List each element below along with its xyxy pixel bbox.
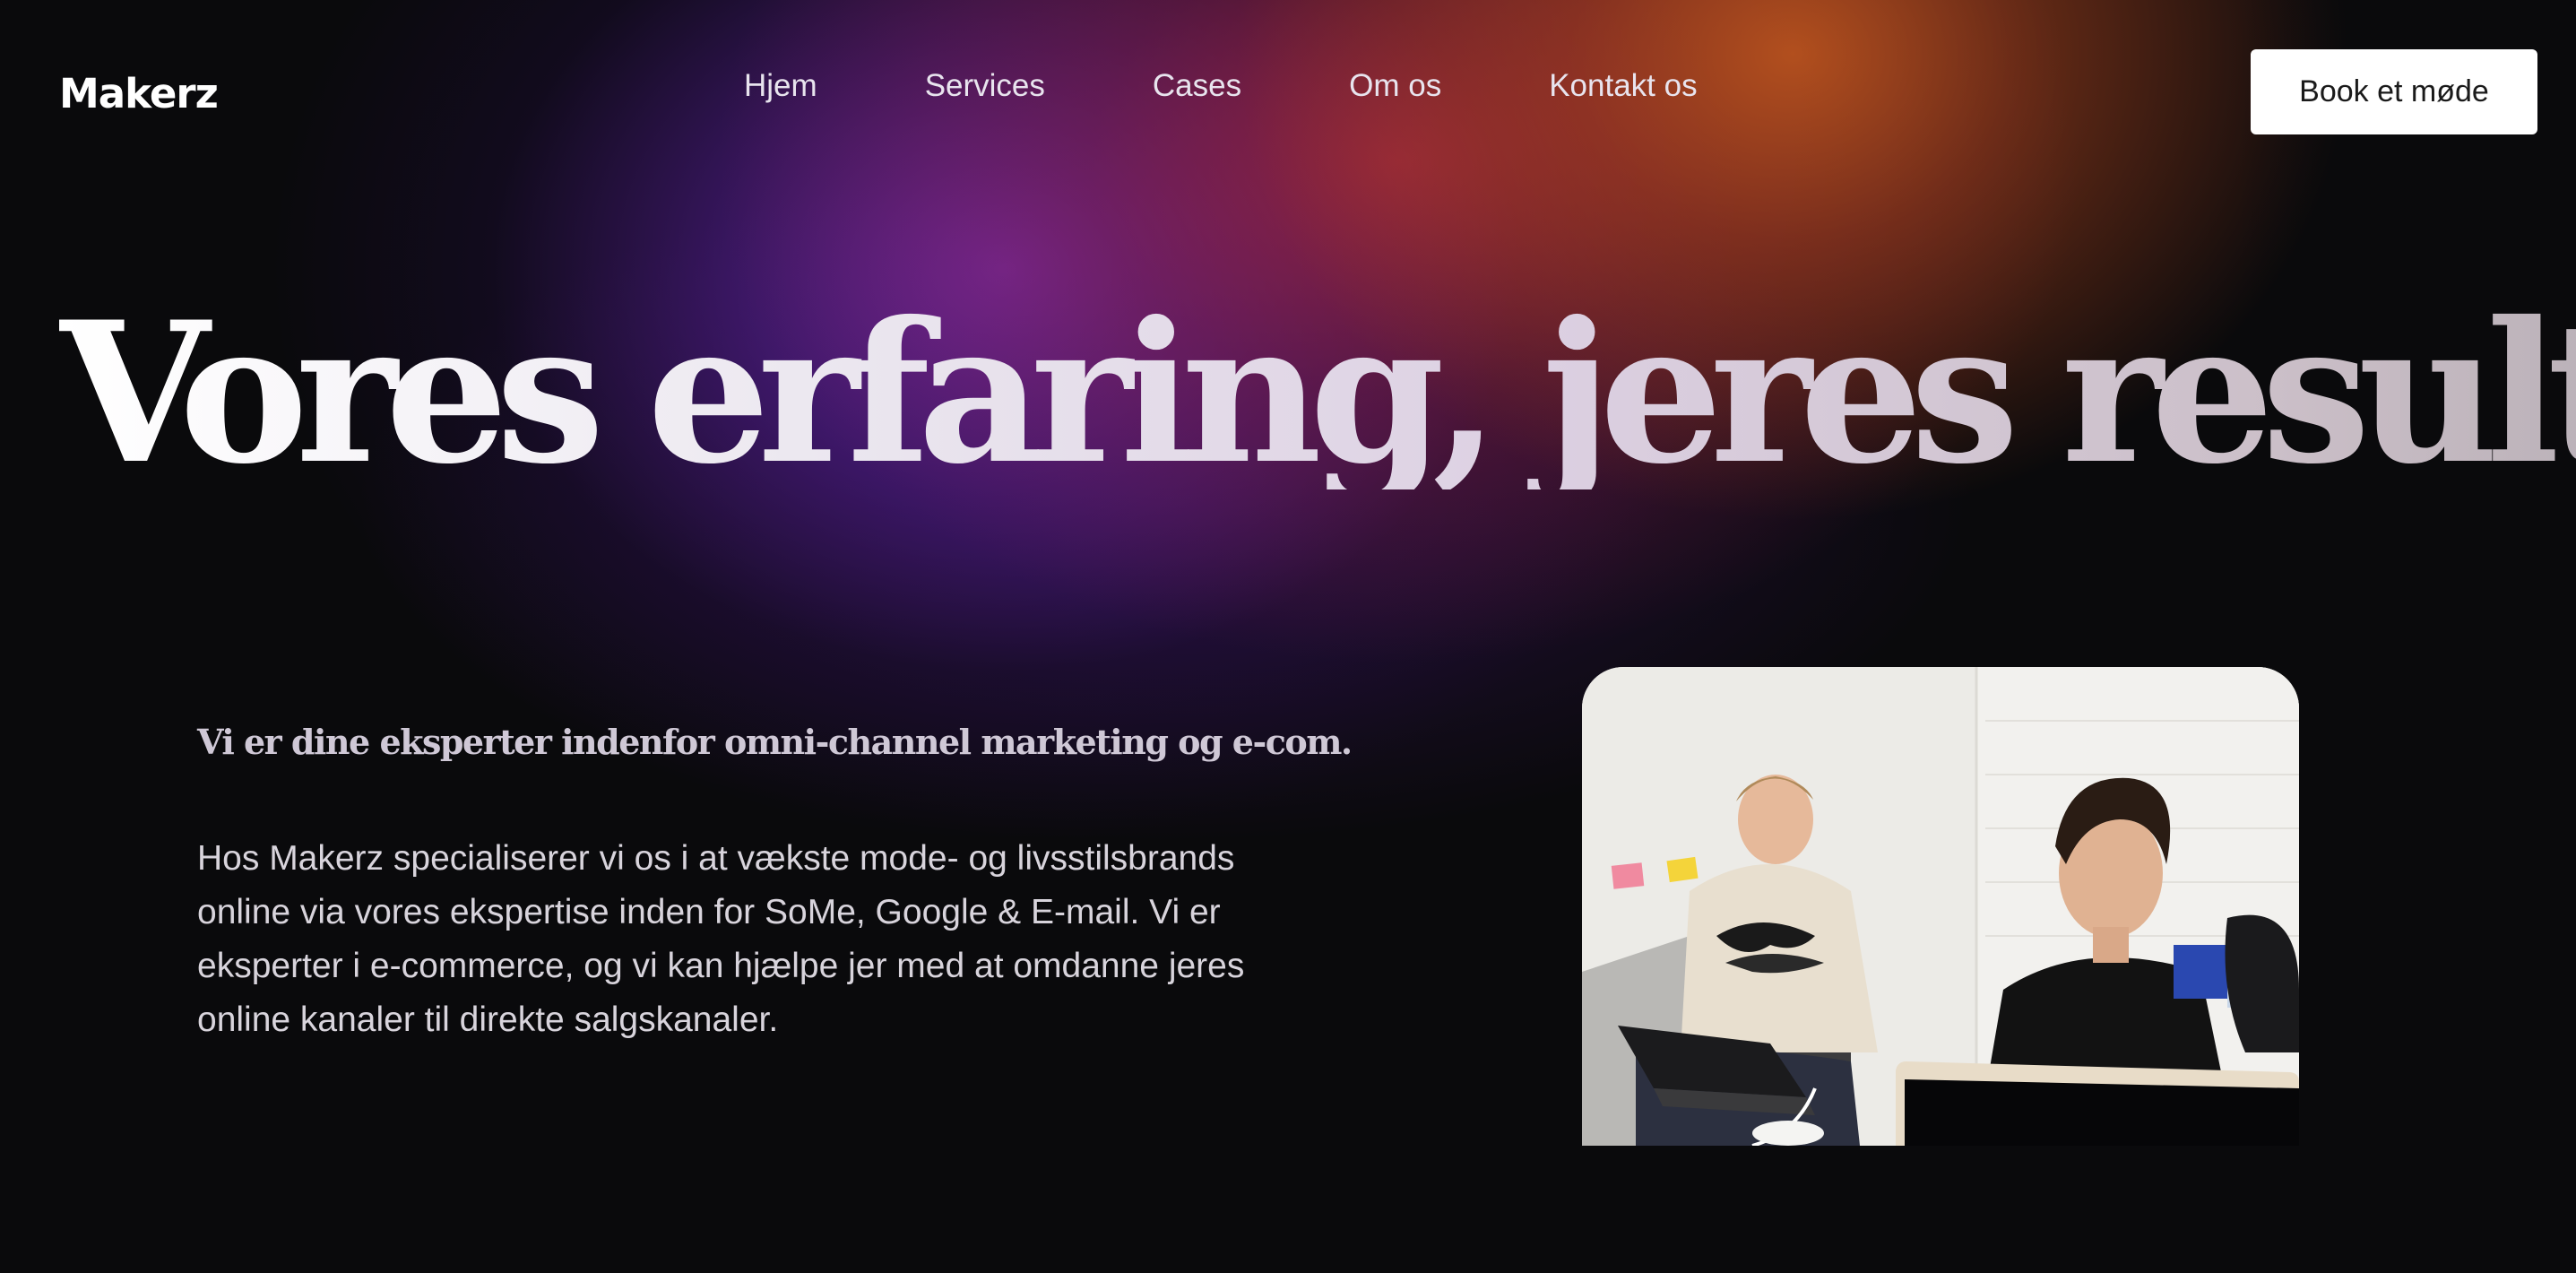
- book-meeting-button[interactable]: Book et møde: [2251, 49, 2537, 134]
- intro-section: Vi er dine eksperter indenfor omni-chann…: [197, 722, 1353, 1047]
- intro-lead: Vi er dine eksperter indenfor omni-chann…: [197, 722, 1353, 762]
- page: Makerz Hjem Services Cases Om os Kontakt…: [0, 0, 2576, 1273]
- nav-item-hjem[interactable]: Hjem: [744, 68, 817, 104]
- site-header: Makerz Hjem Services Cases Om os Kontakt…: [0, 0, 2576, 184]
- nav-item-services[interactable]: Services: [925, 68, 1045, 104]
- logo[interactable]: Makerz: [59, 70, 219, 117]
- nav-item-om-os[interactable]: Om os: [1349, 68, 1441, 104]
- intro-body: Hos Makerz specialiserer vi os i at væks…: [197, 839, 1245, 1039]
- main-nav: Hjem Services Cases Om os Kontakt os: [744, 68, 1698, 104]
- hero-title: Vores erfaring, jeres resultater: [59, 296, 2576, 489]
- nav-item-kontakt-os[interactable]: Kontakt os: [1549, 68, 1697, 104]
- nav-item-cases[interactable]: Cases: [1153, 68, 1241, 104]
- team-photo: [1582, 667, 2299, 1146]
